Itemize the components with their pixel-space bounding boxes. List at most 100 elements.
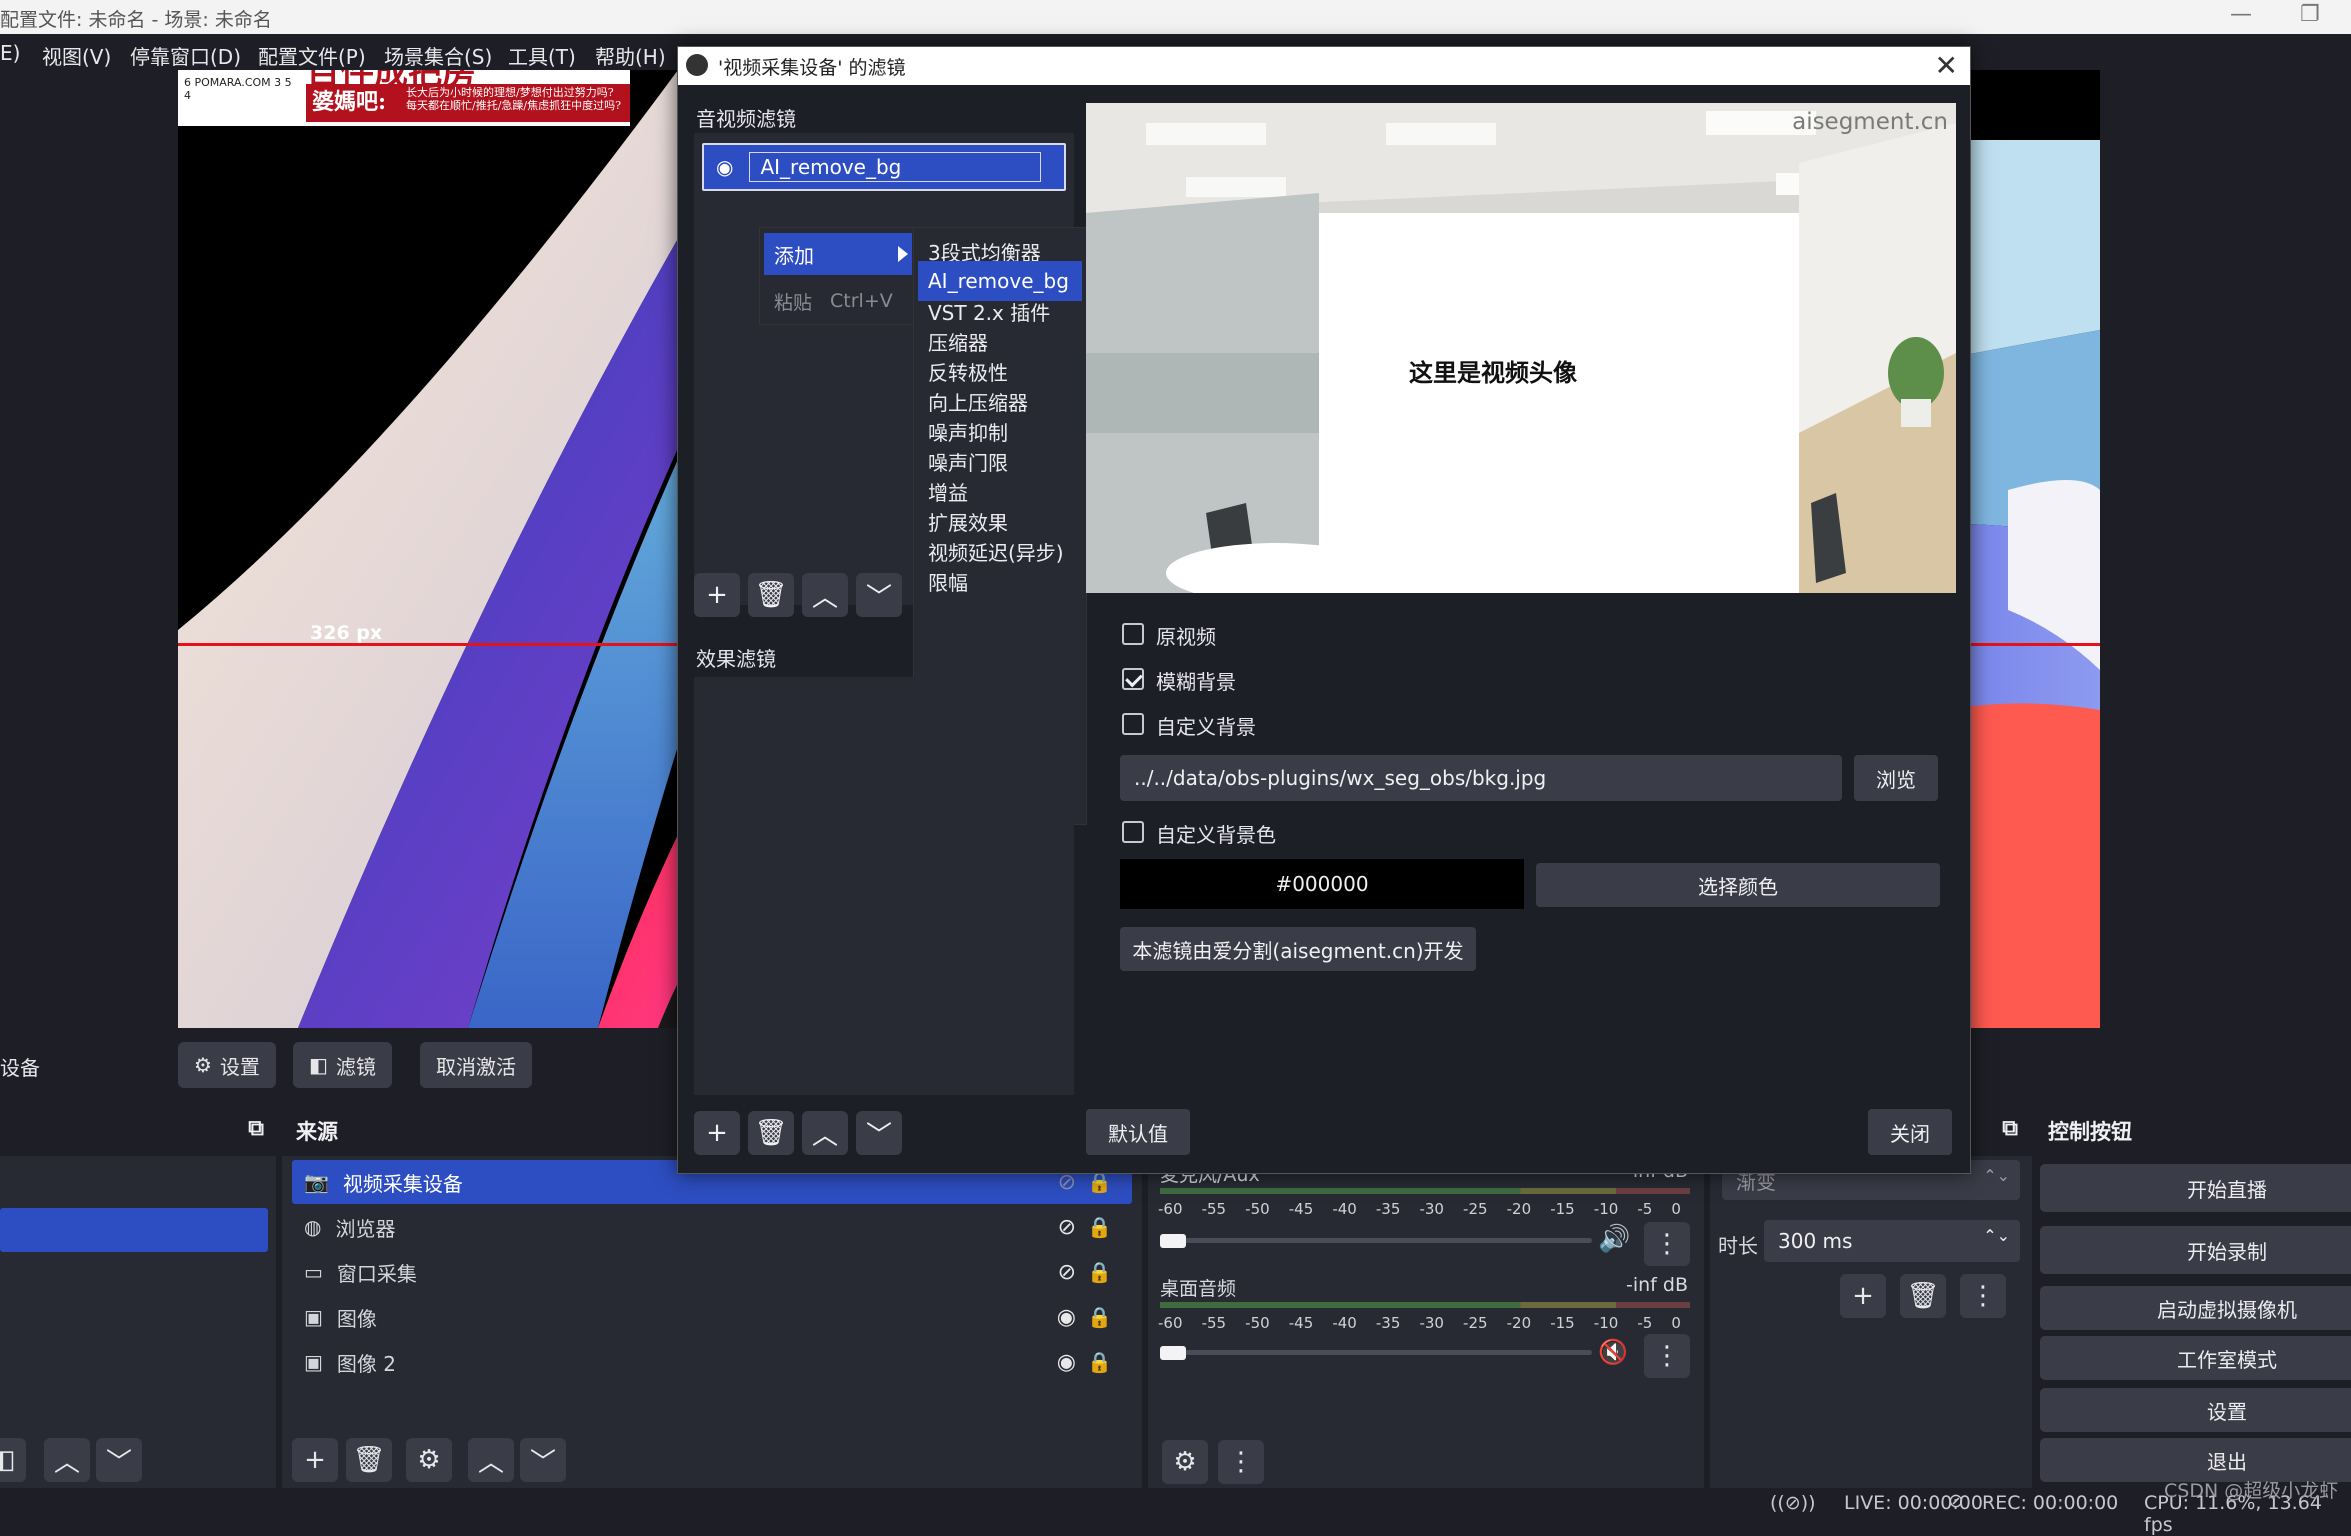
menu-profile[interactable]: 配置文件(P) [258, 41, 366, 70]
color-swatch: #000000 [1120, 859, 1524, 909]
start-recording-button[interactable]: 开始录制 [2040, 1226, 2351, 1274]
close-icon[interactable]: ✕ [1935, 49, 1958, 82]
undock-icon[interactable]: ⧉ [248, 1116, 264, 1141]
studio-mode-button[interactable]: 工作室模式 [2040, 1336, 2351, 1380]
remove-source-button[interactable]: 🗑 [346, 1438, 392, 1482]
eye-icon[interactable]: ◉ [1057, 1305, 1076, 1330]
menu-view[interactable]: 视图(V) [42, 41, 111, 70]
custom-bg-color-checkbox[interactable] [1122, 821, 1144, 843]
avatar-placeholder-text: 这里是视频头像 [1409, 359, 1577, 387]
move-effect-down-button[interactable]: ﹀ [856, 1111, 902, 1155]
start-streaming-button[interactable]: 开始直播 [2040, 1164, 2351, 1212]
source-filters-button[interactable]: ◧ 滤镜 [293, 1042, 392, 1088]
lock-icon[interactable]: 🔒 [1087, 1215, 1112, 1239]
mixer-menu-button[interactable]: ⋮ [1218, 1440, 1264, 1484]
maximize-button[interactable]: ❐ [2300, 2, 2320, 27]
duration-spinbox[interactable]: 300 ms ⌃⌄ [1764, 1220, 2020, 1262]
lock-icon[interactable]: 🔒 [1087, 1350, 1112, 1374]
source-item-browser[interactable]: ◍ 浏览器 ⊘ 🔒 [292, 1205, 1132, 1249]
defaults-button[interactable]: 默认值 [1086, 1109, 1190, 1155]
lock-icon[interactable]: 🔒 [1087, 1305, 1112, 1329]
source-item-image[interactable]: ▣ 图像 ◉ 🔒 [292, 1295, 1132, 1339]
menu-docks[interactable]: 停靠窗口(D) [130, 41, 241, 70]
gear-icon: ⚙ [194, 1053, 212, 1077]
transition-menu-button[interactable]: ⋮ [1960, 1274, 2006, 1318]
mixer-channel-2-meter [1160, 1302, 1690, 1308]
mixer-channel-1-scale: -60 -55 -50 -45 -40 -35 -30 -25 -20 -15 … [1158, 1200, 1681, 1218]
lock-icon[interactable]: 🔒 [1087, 1260, 1112, 1284]
background-path-field[interactable]: ../../data/obs-plugins/wx_seg_obs/bkg.jp… [1120, 755, 1842, 801]
menu-help[interactable]: 帮助(H) [595, 41, 666, 70]
move-effect-up-button[interactable]: ︿ [802, 1111, 848, 1155]
news-banner: 6 POMARA.COM 3 5 4 百件成把房 婆媽吧: 长大后为小时候的理想… [178, 70, 630, 126]
mixer-settings-button[interactable]: ⚙ [1162, 1440, 1208, 1484]
source-down-button[interactable]: ﹀ [520, 1438, 566, 1482]
undock-icon[interactable]: ⧉ [2002, 1116, 2018, 1141]
mixer-channel-1-meter [1160, 1188, 1690, 1194]
start-virtual-camera-button[interactable]: 启动虚拟摄像机 [2040, 1286, 2351, 1330]
hidden-eye-icon[interactable]: ⊘ [1058, 1260, 1076, 1285]
filter-item-ai-remove-bg[interactable]: ◉ AI_remove_bg [702, 143, 1066, 191]
deactivate-button[interactable]: 取消激活 [420, 1042, 532, 1088]
remove-filter-button[interactable]: 🗑 [748, 573, 794, 617]
filter-name-editor[interactable]: AI_remove_bg [749, 152, 1042, 182]
hidden-eye-icon[interactable]: ⊘ [1058, 1215, 1076, 1240]
close-button[interactable]: 关闭 [1868, 1109, 1952, 1155]
move-filter-up-button[interactable]: ︿ [802, 573, 848, 617]
context-menu-add[interactable]: 添加 [764, 233, 912, 275]
custom-background-checkbox[interactable] [1122, 713, 1144, 735]
move-filter-down-button[interactable]: ﹀ [856, 573, 902, 617]
menu-edit[interactable]: E) [0, 41, 20, 65]
remove-effect-filter-button[interactable]: 🗑 [748, 1111, 794, 1155]
context-add-label: 添加 [774, 243, 814, 268]
scene-up-button[interactable]: ︿ [44, 1438, 90, 1482]
choose-color-button[interactable]: 选择颜色 [1536, 863, 1940, 907]
eye-icon[interactable]: ◉ [1057, 1350, 1076, 1375]
effect-filters-list[interactable] [694, 677, 1074, 1095]
blur-background-checkbox[interactable] [1122, 668, 1144, 690]
original-video-checkbox[interactable] [1122, 623, 1144, 645]
mixer-channel-2-db: -inf dB [1625, 1274, 1688, 1296]
scene-filter-icon[interactable]: ◧ [0, 1438, 26, 1482]
source-settings-button[interactable]: ⚙ 设置 [178, 1042, 276, 1088]
speaker-icon[interactable]: 🔊 [1598, 1224, 1630, 1254]
source-item-window-capture[interactable]: ▭ 窗口采集 ⊘ 🔒 [292, 1250, 1132, 1294]
image-icon: ▣ [304, 1350, 323, 1374]
scene-item-selected[interactable] [0, 1208, 268, 1252]
source-item-image-2[interactable]: ▣ 图像 2 ◉ 🔒 [292, 1340, 1132, 1384]
source-label: 浏览器 [335, 1216, 396, 1241]
scenes-list: ◧ ︿ ﹀ [0, 1156, 276, 1488]
credit-button[interactable]: 本滤镜由爱分割(aisegment.cn)开发 [1120, 927, 1476, 971]
menu-tools[interactable]: 工具(T) [508, 41, 576, 70]
add-filter-button[interactable]: + [694, 573, 740, 617]
duration-value: 300 ms [1778, 1229, 1853, 1253]
muted-speaker-icon[interactable]: 🔇 [1598, 1338, 1628, 1366]
mixer-channel-2-volume-slider[interactable] [1162, 1350, 1592, 1355]
source-label: 图像 2 [336, 1351, 396, 1376]
filter-icon: ◧ [309, 1053, 328, 1077]
add-effect-filter-button[interactable]: + [694, 1111, 740, 1155]
context-menu: 添加 粘贴 Ctrl+V [759, 227, 917, 325]
controls-dock-title: 控制按钮 [2034, 1104, 2351, 1156]
mixer-channel-1-menu-button[interactable]: ⋮ [1644, 1222, 1690, 1266]
eye-icon[interactable]: ◉ [716, 155, 733, 179]
mixer-channel-1-volume-knob[interactable] [1160, 1234, 1186, 1248]
remove-transition-button[interactable]: 🗑 [1900, 1274, 1946, 1318]
submenu-item-limiter[interactable]: 限幅 [918, 561, 1082, 601]
mixer-channel-1-volume-slider[interactable] [1162, 1238, 1592, 1243]
add-source-button[interactable]: + [292, 1438, 338, 1482]
status-bar: ((⊘)) LIVE: 00:00:00 ⊘ REC: 00:00:00 CPU… [0, 1480, 2351, 1536]
menu-scene-collection[interactable]: 场景集合(S) [384, 41, 492, 70]
context-menu-paste[interactable]: 粘贴 Ctrl+V [764, 280, 912, 322]
mixer-channel-2-menu-button[interactable]: ⋮ [1644, 1334, 1690, 1378]
minimize-button[interactable]: — [2230, 2, 2252, 27]
add-transition-button[interactable]: + [1840, 1274, 1886, 1318]
dialog-titlebar: '视频采集设备' 的滤镜 ✕ [678, 47, 1970, 85]
source-properties-button[interactable]: ⚙ [406, 1438, 452, 1482]
spinner-icon[interactable]: ⌃⌄ [1983, 1226, 2010, 1245]
mixer-channel-2-volume-knob[interactable] [1160, 1346, 1186, 1360]
browse-button[interactable]: 浏览 [1854, 755, 1938, 801]
source-up-button[interactable]: ︿ [468, 1438, 514, 1482]
scene-down-button[interactable]: ﹀ [96, 1438, 142, 1482]
settings-button[interactable]: 设置 [2040, 1388, 2351, 1432]
